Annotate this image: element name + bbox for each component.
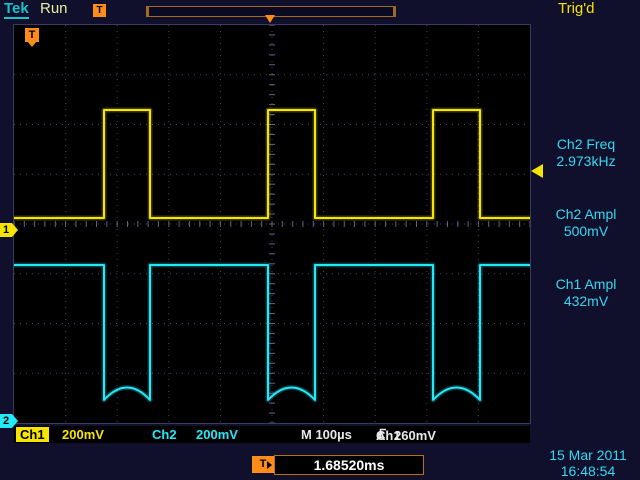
measurement-ch2-freq: Ch2 Freq 2.973kHz <box>534 136 638 170</box>
grid-lines <box>14 25 530 423</box>
measurement-value: 432mV <box>534 293 638 310</box>
ch2-ground-marker: 2 <box>0 414 12 428</box>
measurement-label: Ch1 Ampl <box>534 276 638 293</box>
tek-logo: Tek <box>4 1 29 19</box>
acquisition-state: Run <box>40 1 68 17</box>
measurement-label: Ch2 Freq <box>534 136 638 153</box>
waveform-canvas <box>14 25 530 423</box>
trigger-status: Trig'd <box>558 1 594 17</box>
trigger-position-arrow-icon <box>265 15 275 23</box>
trigger-level: 260mV <box>394 428 436 443</box>
ch2-badge: Ch2 <box>152 427 177 442</box>
measurement-value: 500mV <box>534 223 638 240</box>
graticule-display <box>14 25 530 423</box>
status-bar: Ch1 200mV Ch2 200mV M 100µs ACh1260mV <box>14 426 530 443</box>
record-view-bar <box>146 6 396 17</box>
ch1-scale: 200mV <box>62 427 104 442</box>
ch1-badge: Ch1 <box>16 427 49 442</box>
measurement-ch2-ampl: Ch2 Ampl 500mV <box>534 206 638 240</box>
t-label: T <box>260 458 267 470</box>
horizontal-position-readout: 1.68520ms <box>274 455 424 475</box>
trigger-t-icon: T <box>93 4 106 17</box>
time-readout: 16:48:54 <box>536 463 640 479</box>
timebase-readout: M 100µs <box>301 427 352 442</box>
measurement-label: Ch2 Ampl <box>534 206 638 223</box>
trigger-readout: ACh1260mV <box>376 427 394 442</box>
trigger-point-flag: T <box>25 28 39 42</box>
oscilloscope-screen: Tek Run T Trig'd T 1 2 Ch2 Freq 2.973kHz… <box>0 0 640 480</box>
measurement-ch1-ampl: Ch1 Ampl 432mV <box>534 276 638 310</box>
date-readout: 15 Mar 2011 <box>536 447 640 463</box>
ch1-ground-marker: 1 <box>0 223 12 237</box>
right-arrow-icon <box>267 461 272 469</box>
ch2-scale: 200mV <box>196 427 238 442</box>
horizontal-position-t-icon: T <box>252 456 274 473</box>
measurement-value: 2.973kHz <box>534 153 638 170</box>
